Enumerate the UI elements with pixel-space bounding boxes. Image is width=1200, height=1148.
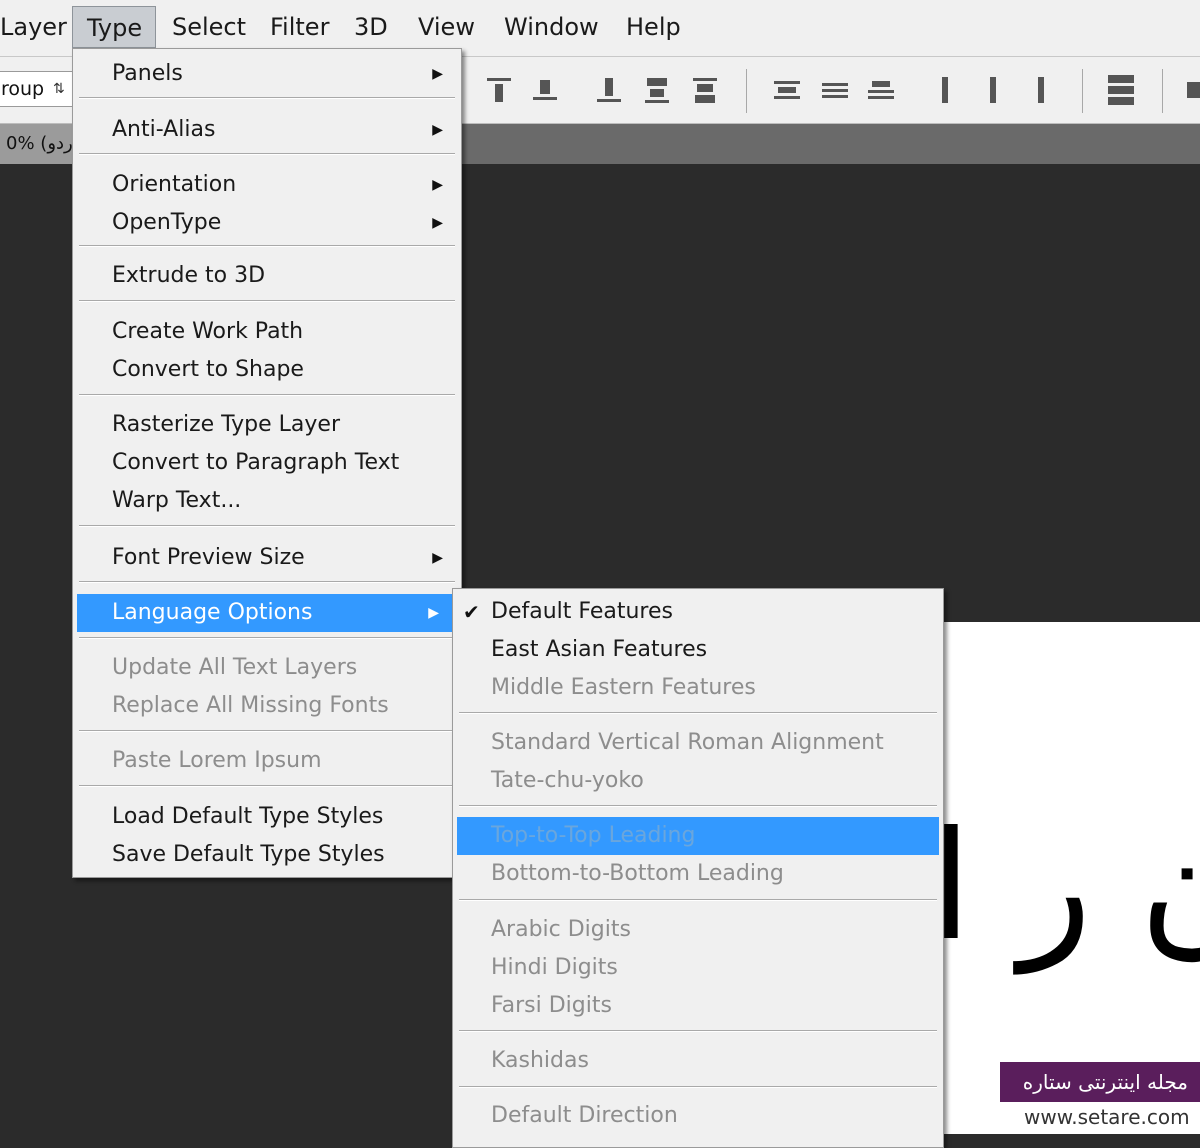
menu-separator	[79, 525, 455, 527]
auto-select-dropdown[interactable]: roup ⇅	[0, 71, 74, 107]
menu-item-opentype[interactable]: OpenType ▶	[73, 204, 461, 242]
distribute-bottom-edges-icon[interactable]	[866, 73, 896, 107]
canvas-text-layer[interactable]: ن ر ا	[930, 812, 1200, 962]
menu-separator	[79, 153, 455, 155]
auto-select-value: roup	[1, 78, 45, 100]
menu-item-panels[interactable]: Panels ▶	[73, 55, 461, 93]
align-bottom-edges-icon[interactable]	[594, 73, 624, 107]
menu-separator	[459, 805, 937, 807]
auto-align-layers-icon[interactable]	[1106, 73, 1136, 107]
menu-item-replace-all-missing-fonts[interactable]: Replace All Missing Fonts	[73, 687, 461, 725]
menu-layer[interactable]: Layer	[0, 6, 73, 48]
submenu-item-middle-eastern-features[interactable]: Middle Eastern Features	[453, 669, 943, 707]
checkmark-icon: ✔	[463, 600, 480, 624]
menu-3d[interactable]: 3D	[348, 6, 394, 48]
distribute-left-edges-icon[interactable]	[930, 73, 960, 107]
toolbar-divider	[1082, 69, 1083, 113]
watermark-url: www.setare.com	[1024, 1105, 1190, 1129]
toolbar-divider	[1162, 69, 1163, 113]
menu-item-font-preview-size[interactable]: Font Preview Size ▶	[73, 539, 461, 577]
menu-item-create-work-path[interactable]: Create Work Path	[73, 313, 461, 351]
menu-separator	[79, 245, 455, 247]
submenu-arrow-icon: ▶	[432, 66, 443, 82]
submenu-item-default-features[interactable]: ✔ Default Features	[453, 593, 943, 631]
submenu-item-top-to-top-leading[interactable]: Top-to-Top Leading	[457, 817, 939, 855]
3d-mode-icon[interactable]	[1180, 73, 1200, 107]
menu-item-language-options[interactable]: Language Options ▶	[77, 594, 457, 632]
submenu-item-hindi-digits[interactable]: Hindi Digits	[453, 949, 943, 987]
menu-item-paste-lorem-ipsum[interactable]: Paste Lorem Ipsum	[73, 742, 461, 780]
submenu-item-farsi-digits[interactable]: Farsi Digits	[453, 987, 943, 1025]
menu-item-convert-to-shape[interactable]: Convert to Shape	[73, 351, 461, 389]
menu-select[interactable]: Select	[166, 6, 252, 48]
menu-item-save-default-type-styles[interactable]: Save Default Type Styles	[73, 836, 461, 874]
submenu-arrow-icon: ▶	[432, 215, 443, 231]
align-vertical-centers-icon[interactable]	[530, 73, 560, 107]
menu-view[interactable]: View	[412, 6, 481, 48]
menu-window[interactable]: Window	[498, 6, 605, 48]
menu-item-convert-to-paragraph-text[interactable]: Convert to Paragraph Text	[73, 444, 461, 482]
submenu-item-default-direction[interactable]: Default Direction	[453, 1097, 943, 1135]
menu-item-warp-text[interactable]: Warp Text...	[73, 482, 461, 520]
menu-separator	[459, 1030, 937, 1032]
menu-help[interactable]: Help	[620, 6, 687, 48]
submenu-arrow-icon: ▶	[432, 122, 443, 138]
menu-item-rasterize-type-layer[interactable]: Rasterize Type Layer	[73, 406, 461, 444]
submenu-item-tate-chu-yoko[interactable]: Tate-chu-yoko	[453, 762, 943, 800]
menu-separator	[79, 581, 455, 583]
menu-separator	[79, 394, 455, 396]
menu-separator	[79, 97, 455, 99]
submenu-arrow-icon: ▶	[432, 177, 443, 193]
submenu-arrow-icon: ▶	[428, 605, 439, 621]
menu-separator	[79, 785, 455, 787]
distribute-horizontal-centers-icon[interactable]	[978, 73, 1008, 107]
menu-separator	[79, 300, 455, 302]
submenu-item-bottom-to-bottom-leading[interactable]: Bottom-to-Bottom Leading	[453, 855, 943, 893]
menu-separator	[79, 637, 455, 639]
distribute-vertical-centers-icon[interactable]	[820, 73, 850, 107]
menu-separator	[459, 1086, 937, 1088]
submenu-item-arabic-digits[interactable]: Arabic Digits	[453, 911, 943, 949]
submenu-arrow-icon: ▶	[432, 550, 443, 566]
type-menu: Panels ▶ Anti-Alias ▶ Orientation ▶ Open…	[72, 48, 462, 878]
distribute-top-edges-icon[interactable]	[772, 73, 802, 107]
submenu-item-standard-vertical-roman-alignment[interactable]: Standard Vertical Roman Alignment	[453, 724, 943, 762]
toolbar-divider	[746, 69, 747, 113]
align-left-edges-icon[interactable]	[642, 73, 672, 107]
align-top-edges-icon[interactable]	[484, 73, 514, 107]
menu-item-update-all-text-layers[interactable]: Update All Text Layers	[73, 649, 461, 687]
updown-arrow-icon: ⇅	[53, 81, 65, 97]
distribute-right-edges-icon[interactable]	[1026, 73, 1056, 107]
menu-item-load-default-type-styles[interactable]: Load Default Type Styles	[73, 798, 461, 836]
menu-item-anti-alias[interactable]: Anti-Alias ▶	[73, 111, 461, 149]
menu-item-extrude-to-3d[interactable]: Extrude to 3D	[73, 257, 461, 295]
watermark-brand: مجله اینترنتی ستاره	[1000, 1062, 1200, 1102]
menu-separator	[459, 712, 937, 714]
menu-separator	[79, 730, 455, 732]
menu-item-orientation[interactable]: Orientation ▶	[73, 166, 461, 204]
menu-type[interactable]: Type	[72, 6, 156, 48]
submenu-item-east-asian-features[interactable]: East Asian Features	[453, 631, 943, 669]
menu-filter[interactable]: Filter	[264, 6, 335, 48]
menu-separator	[459, 899, 937, 901]
align-horizontal-centers-icon[interactable]	[690, 73, 720, 107]
submenu-item-kashidas[interactable]: Kashidas	[453, 1042, 943, 1080]
language-options-submenu: ✔ Default Features East Asian Features M…	[452, 588, 944, 1148]
